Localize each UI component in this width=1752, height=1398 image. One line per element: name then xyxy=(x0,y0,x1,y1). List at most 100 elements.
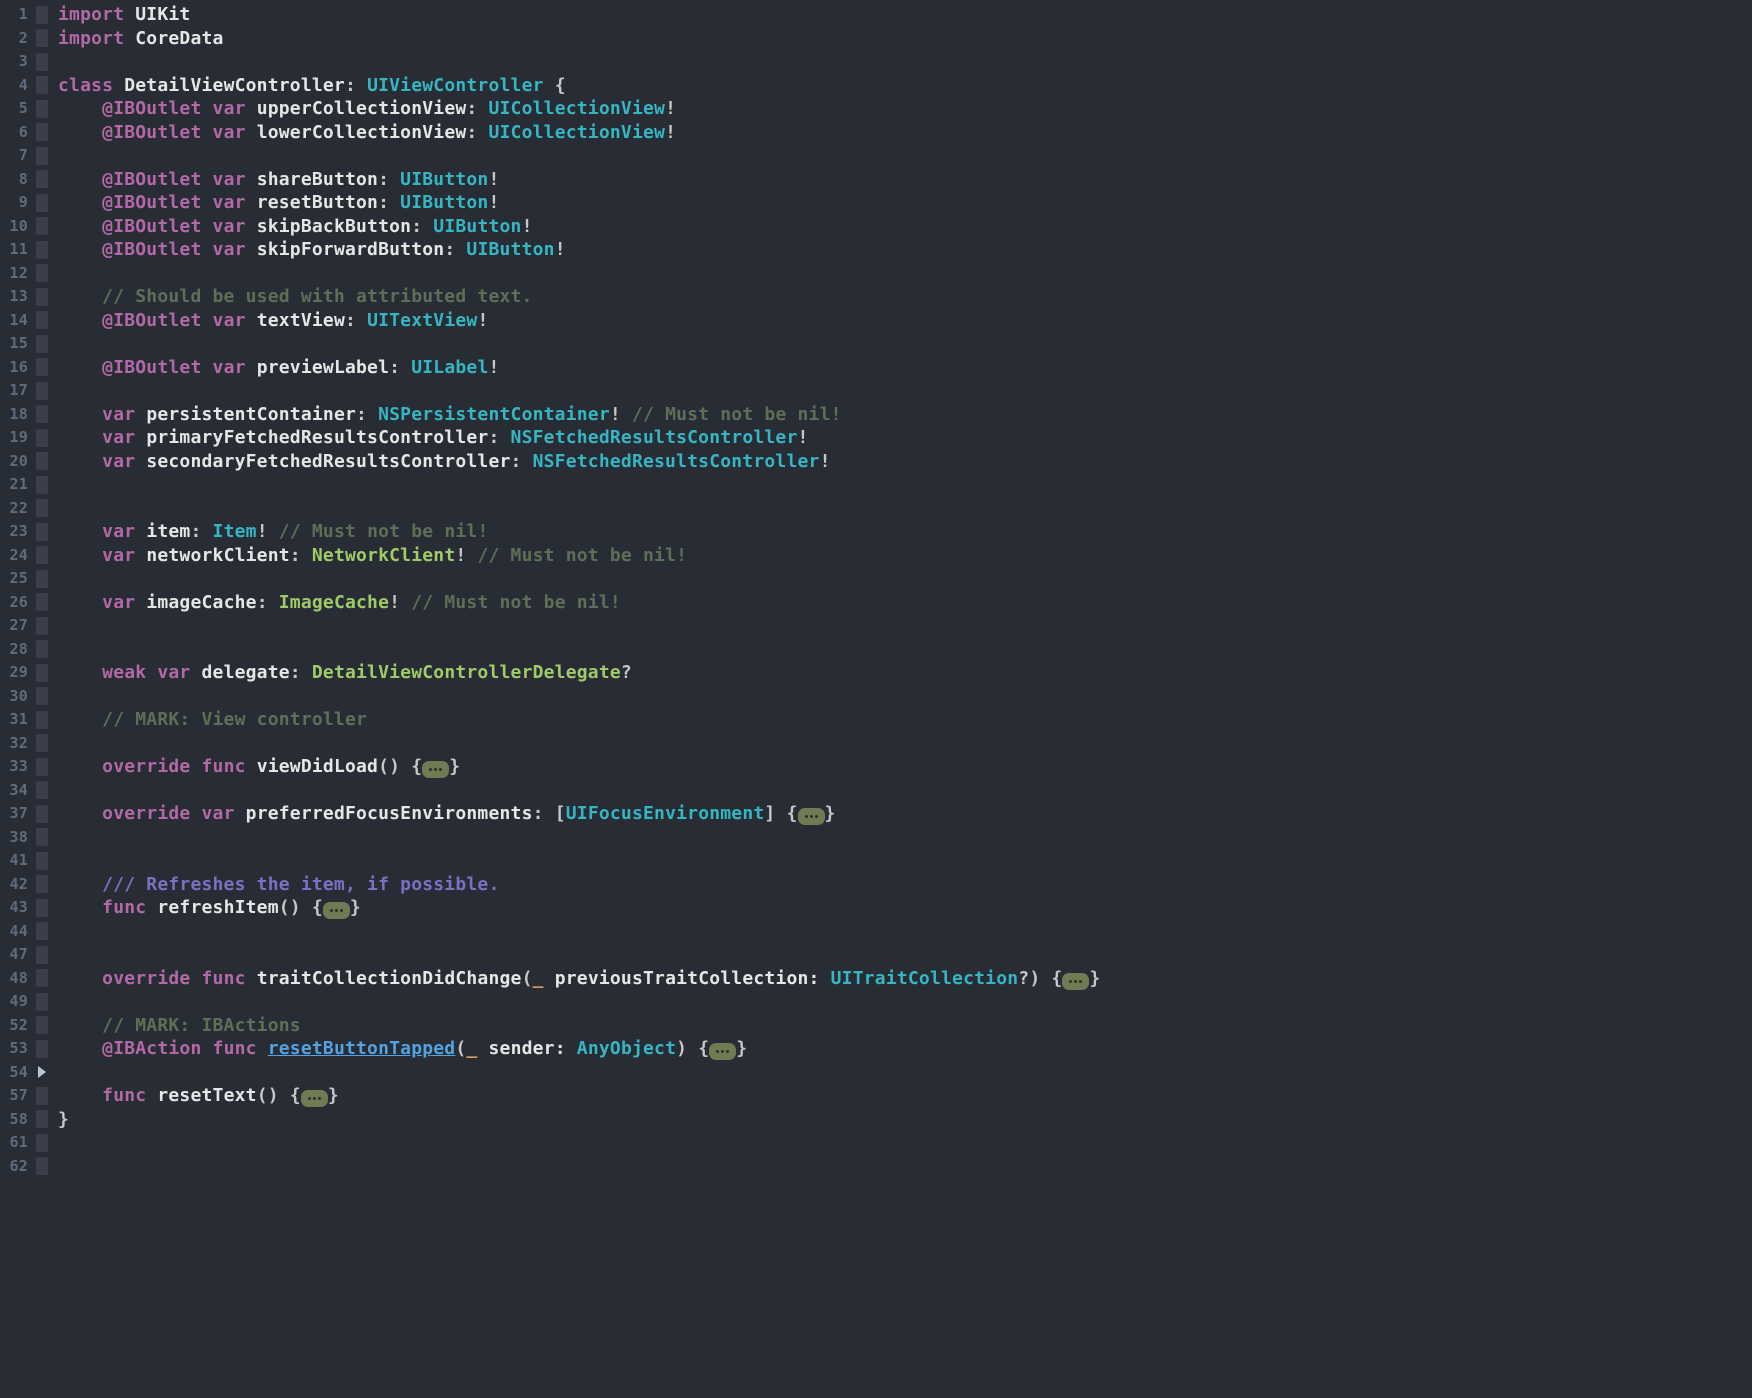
code-line[interactable] xyxy=(58,1061,1752,1085)
fold-marker-icon[interactable] xyxy=(36,76,48,94)
fold-marker-icon[interactable] xyxy=(36,217,48,235)
fold-marker-icon[interactable] xyxy=(36,100,48,118)
fold-marker-icon[interactable] xyxy=(36,640,48,658)
fold-marker-icon[interactable] xyxy=(36,147,48,165)
folded-code-icon[interactable] xyxy=(709,1043,736,1060)
code-line[interactable]: @IBOutlet var skipForwardButton: UIButto… xyxy=(58,238,1752,262)
code-line[interactable]: func refreshItem() {} xyxy=(58,896,1752,920)
folded-code-icon[interactable] xyxy=(798,808,825,825)
fold-marker-icon[interactable] xyxy=(36,311,48,329)
fold-marker-icon[interactable] xyxy=(36,828,48,846)
code-line[interactable]: override func viewDidLoad() {} xyxy=(58,755,1752,779)
code-line[interactable] xyxy=(58,732,1752,756)
code-line[interactable]: import UIKit xyxy=(58,3,1752,27)
code-line[interactable]: override func traitCollectionDidChange(_… xyxy=(58,967,1752,991)
fold-marker-icon[interactable] xyxy=(36,711,48,729)
fold-marker-icon[interactable] xyxy=(36,852,48,870)
folded-code-icon[interactable] xyxy=(1062,973,1089,990)
code-line[interactable] xyxy=(58,262,1752,286)
fold-marker-icon[interactable] xyxy=(36,805,48,823)
fold-marker-icon[interactable] xyxy=(36,922,48,940)
code-line[interactable]: weak var delegate: DetailViewControllerD… xyxy=(58,661,1752,685)
code-line[interactable]: override var preferredFocusEnvironments:… xyxy=(58,802,1752,826)
code-line[interactable] xyxy=(58,473,1752,497)
code-line[interactable]: var imageCache: ImageCache! // Must not … xyxy=(58,591,1752,615)
fold-marker-icon[interactable] xyxy=(36,194,48,212)
folded-code-icon[interactable] xyxy=(422,761,449,778)
code-line[interactable]: @IBOutlet var textView: UITextView! xyxy=(58,309,1752,333)
fold-marker-icon[interactable] xyxy=(36,429,48,447)
fold-marker-icon[interactable] xyxy=(36,1016,48,1034)
fold-marker-icon[interactable] xyxy=(36,1110,48,1128)
code-line[interactable]: func resetText() {} xyxy=(58,1084,1752,1108)
fold-marker-icon[interactable] xyxy=(36,29,48,47)
fold-marker-icon[interactable] xyxy=(36,452,48,470)
code-line[interactable]: @IBOutlet var skipBackButton: UIButton! xyxy=(58,215,1752,239)
fold-marker-icon[interactable] xyxy=(36,1134,48,1152)
folded-code-icon[interactable] xyxy=(323,902,350,919)
fold-marker-icon[interactable] xyxy=(36,1040,48,1058)
code-line[interactable]: @IBOutlet var upperCollectionView: UICol… xyxy=(58,97,1752,121)
fold-marker-icon[interactable] xyxy=(36,123,48,141)
fold-marker-icon[interactable] xyxy=(36,664,48,682)
fold-marker-icon[interactable] xyxy=(36,170,48,188)
code-line[interactable]: import CoreData xyxy=(58,27,1752,51)
code-line[interactable]: /// Refreshes the item, if possible. xyxy=(58,873,1752,897)
fold-marker-icon[interactable] xyxy=(36,358,48,376)
code-line[interactable]: @IBAction func resetButtonTapped(_ sende… xyxy=(58,1037,1752,1061)
fold-marker-icon[interactable] xyxy=(36,53,48,71)
code-line[interactable]: var primaryFetchedResultsController: NSF… xyxy=(58,426,1752,450)
code-line[interactable] xyxy=(58,379,1752,403)
code-line[interactable] xyxy=(58,1131,1752,1155)
code-line[interactable]: var secondaryFetchedResultsController: N… xyxy=(58,450,1752,474)
fold-marker-icon[interactable] xyxy=(36,6,48,24)
fold-marker-icon[interactable] xyxy=(36,617,48,635)
fold-marker-icon[interactable] xyxy=(36,405,48,423)
fold-marker-icon[interactable] xyxy=(36,1157,48,1175)
code-line[interactable]: // MARK: View controller xyxy=(58,708,1752,732)
fold-marker-icon[interactable] xyxy=(36,335,48,353)
code-line[interactable] xyxy=(58,332,1752,356)
fold-marker-icon[interactable] xyxy=(36,476,48,494)
code-line[interactable]: @IBOutlet var resetButton: UIButton! xyxy=(58,191,1752,215)
fold-marker-icon[interactable] xyxy=(36,546,48,564)
fold-marker-icon[interactable] xyxy=(36,1087,48,1105)
code-line[interactable] xyxy=(58,685,1752,709)
code-line[interactable] xyxy=(58,638,1752,662)
fold-marker-icon[interactable] xyxy=(36,781,48,799)
code-line[interactable] xyxy=(58,920,1752,944)
code-line[interactable]: // MARK: IBActions xyxy=(58,1014,1752,1038)
fold-marker-icon[interactable] xyxy=(36,946,48,964)
code-line[interactable]: @IBOutlet var previewLabel: UILabel! xyxy=(58,356,1752,380)
code-line[interactable]: var item: Item! // Must not be nil! xyxy=(58,520,1752,544)
fold-marker-icon[interactable] xyxy=(36,593,48,611)
fold-marker-icon[interactable] xyxy=(36,382,48,400)
fold-marker-icon[interactable] xyxy=(36,499,48,517)
code-line[interactable] xyxy=(58,826,1752,850)
fold-marker-icon[interactable] xyxy=(36,734,48,752)
code-line[interactable]: class DetailViewController: UIViewContro… xyxy=(58,74,1752,98)
fold-marker-icon[interactable] xyxy=(36,758,48,776)
code-line[interactable] xyxy=(58,779,1752,803)
folded-code-icon[interactable] xyxy=(301,1090,328,1107)
fold-marker-icon[interactable] xyxy=(36,993,48,1011)
fold-marker-icon[interactable] xyxy=(36,899,48,917)
code-line[interactable] xyxy=(58,849,1752,873)
code-line[interactable] xyxy=(58,614,1752,638)
code-line[interactable]: var networkClient: NetworkClient! // Mus… xyxy=(58,544,1752,568)
code-line[interactable]: var persistentContainer: NSPersistentCon… xyxy=(58,403,1752,427)
fold-marker-icon[interactable] xyxy=(36,687,48,705)
fold-marker-icon[interactable] xyxy=(36,875,48,893)
fold-marker-icon[interactable] xyxy=(36,288,48,306)
code-line[interactable] xyxy=(58,497,1752,521)
code-line[interactable] xyxy=(58,990,1752,1014)
code-line[interactable] xyxy=(58,943,1752,967)
code-line[interactable] xyxy=(58,144,1752,168)
fold-marker-icon[interactable] xyxy=(36,570,48,588)
code-line[interactable] xyxy=(58,50,1752,74)
code-line[interactable]: @IBOutlet var shareButton: UIButton! xyxy=(58,168,1752,192)
fold-marker-icon[interactable] xyxy=(36,264,48,282)
fold-marker-icon[interactable] xyxy=(36,523,48,541)
code-line[interactable]: // Should be used with attributed text. xyxy=(58,285,1752,309)
code-line[interactable]: } xyxy=(58,1108,1752,1132)
